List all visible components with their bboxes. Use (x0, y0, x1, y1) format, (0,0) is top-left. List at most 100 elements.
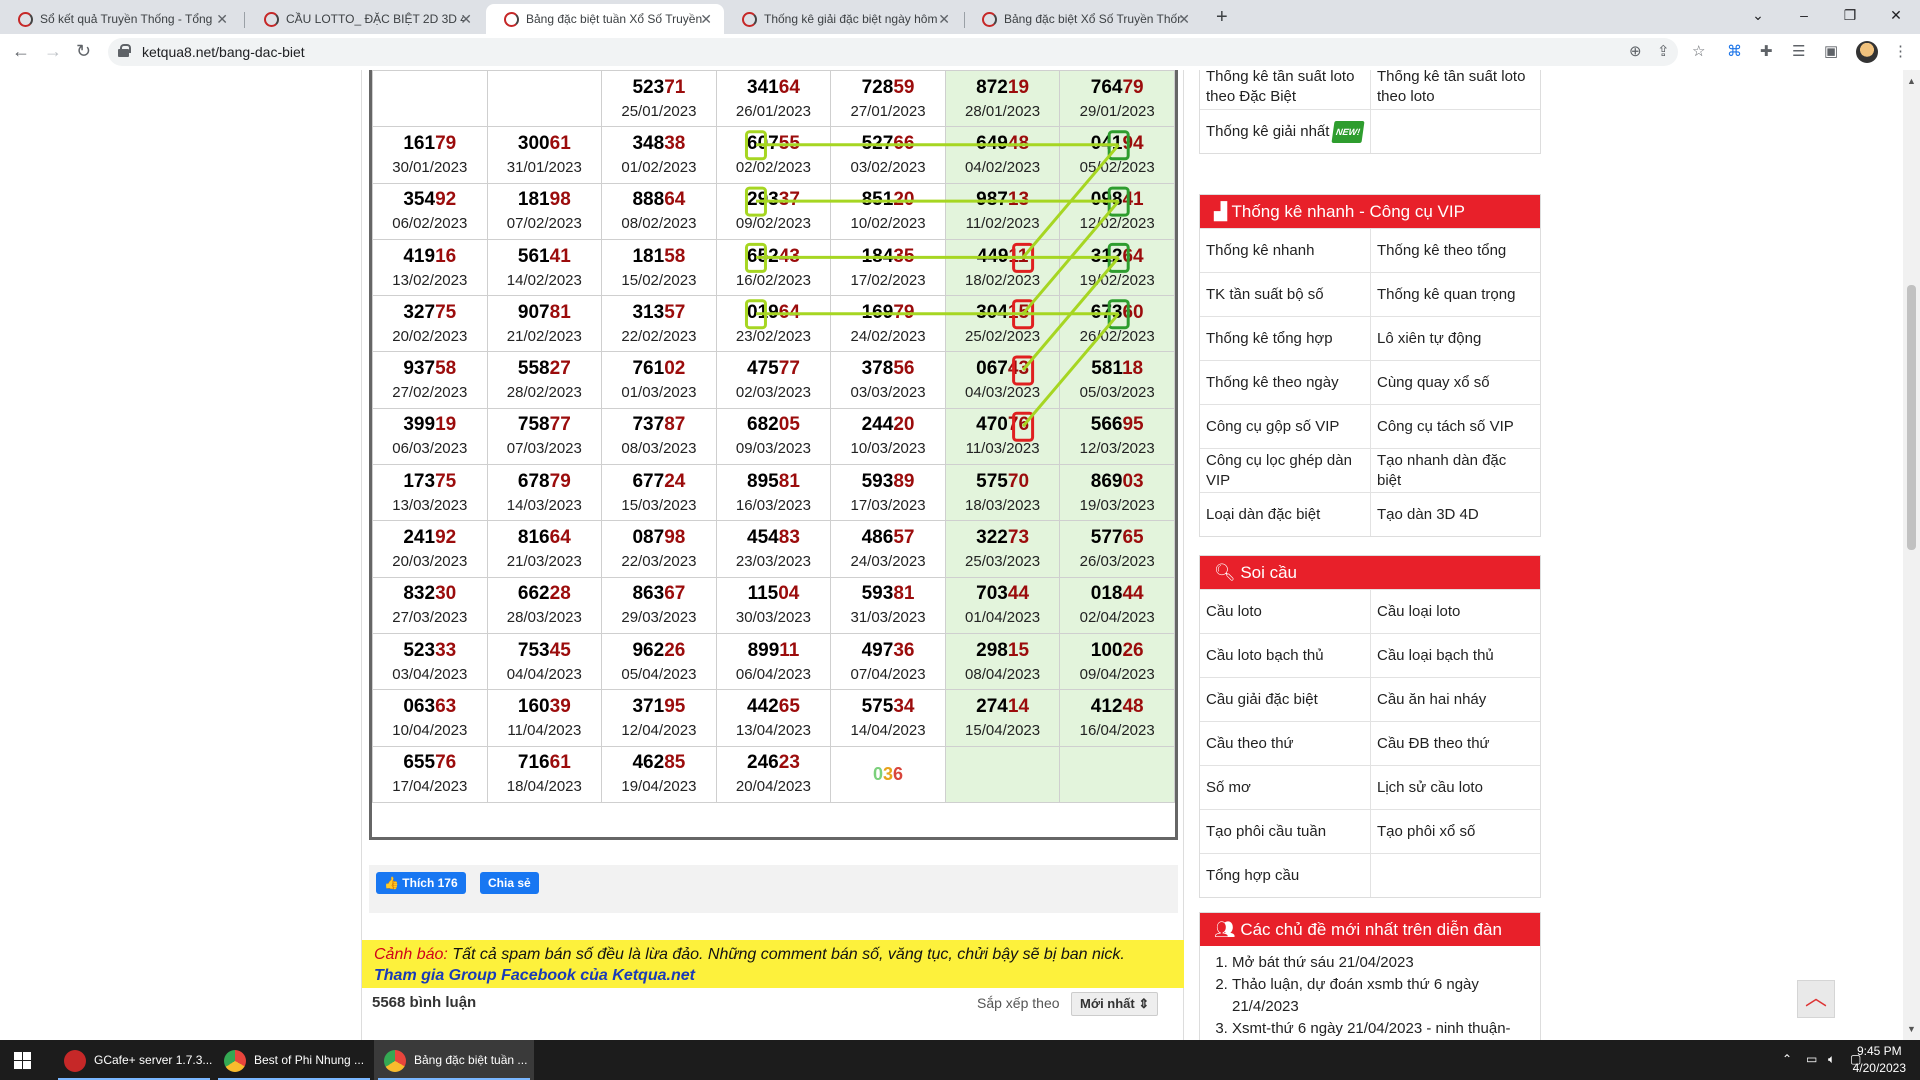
address-bar[interactable]: ketqua8.net/bang-dac-biet ⊕ ⇪ ☆ (108, 38, 1705, 66)
sidebar-link[interactable]: Công cụ tách số VIP (1370, 405, 1540, 448)
sidebar-link[interactable]: Công cụ lọc ghép dàn VIP (1200, 449, 1370, 492)
forum-topic-link[interactable]: Xsmt-thứ 6 ngày 21/04/2023 - ninh thuận- (1232, 1018, 1530, 1040)
result-cell: 31357 22/02/2023 (601, 295, 717, 353)
reading-list-icon[interactable]: ☰ (1792, 42, 1805, 60)
prize-number-digits: 32273 (976, 527, 1030, 549)
share-icon[interactable]: ⇪ (1657, 42, 1670, 60)
browser-tab[interactable]: Thống kê giải đặc biệt ngày hôm ✕ (724, 4, 962, 34)
tab-close-icon[interactable]: ✕ (216, 4, 228, 34)
draw-date: 31/01/2023 (506, 158, 582, 176)
taskbar-app-gcafe[interactable]: GCafe+ server 1.7.3... (54, 1040, 214, 1080)
result-cell: 56695 12/03/2023 (1059, 407, 1175, 466)
comment-count: 5568 bình luận (372, 994, 477, 1011)
lock-icon[interactable] (118, 44, 131, 57)
volume-icon[interactable]: 🔈︎ (1828, 1052, 1835, 1067)
scroll-thumb[interactable] (1907, 285, 1916, 550)
tab-close-icon[interactable]: ✕ (700, 4, 712, 34)
windows-start-icon[interactable] (14, 1052, 31, 1069)
facebook-group-link[interactable]: Tham gia Group Facebook của Ketqua.net (374, 967, 695, 984)
forum-topic-link[interactable]: Mở bát thứ sáu 21/04/2023 (1232, 952, 1530, 974)
fb-like-button[interactable]: 👍 Thích 176 (376, 872, 466, 894)
week-row: 93758 27/02/2023 55827 28/02/2023 76102 01/03… (372, 351, 1175, 409)
sidebar-link[interactable]: Tạo dàn 3D 4D (1370, 493, 1540, 536)
sidebar-link-label: Cầu loto (1206, 602, 1262, 620)
back-to-top-button[interactable]: ︿ (1797, 980, 1835, 1018)
browser-tab-active[interactable]: Bảng đặc biệt tuần Xổ Số Truyền ✕ (486, 4, 724, 34)
minimize-icon[interactable]: – (1781, 2, 1827, 28)
sidebar-link[interactable]: Tổng hợp cầu (1200, 854, 1370, 897)
sidebar-link[interactable]: Cầu ăn hai nháy (1370, 678, 1540, 721)
forum-topic-link[interactable]: Thảo luận, dự đoán xsmb thứ 6 ngày 21/4/… (1232, 974, 1530, 1018)
sidebar-link[interactable]: Loại dàn đặc biệt (1200, 493, 1370, 536)
result-cell: 24623 20/04/2023 (715, 745, 832, 803)
prize-number: 98713 (946, 188, 1060, 212)
sidebar-link-label: Lô xiên tự động (1377, 329, 1482, 347)
sidebar-link[interactable]: Tạo phôi cầu tuần (1200, 810, 1370, 853)
back-icon[interactable]: ← (12, 40, 30, 62)
sidebar-link[interactable]: Lịch sử cầu loto (1370, 766, 1540, 809)
sidebar-link[interactable]: Cầu loại loto (1370, 590, 1540, 633)
restore-icon[interactable]: ❐ (1827, 2, 1873, 28)
tab-close-icon[interactable]: ✕ (938, 4, 950, 34)
menu-kebab-icon[interactable]: ⋮ (1893, 42, 1908, 60)
zoom-icon[interactable]: ⊕ (1629, 42, 1642, 60)
browser-tab[interactable]: Sổ kết quả Truyền Thống - Tổng ✕ (0, 4, 240, 34)
sidebar-link[interactable]: Tạo nhanh dàn đặc biệt (1370, 449, 1540, 492)
sidebar-link[interactable]: Cùng quay xổ số (1370, 361, 1540, 404)
result-cell: 41916 13/02/2023 (372, 238, 488, 297)
close-window-icon[interactable]: ✕ (1873, 2, 1919, 28)
sidebar-link[interactable]: Thống kê quan trọng (1370, 273, 1540, 316)
sidebar-link[interactable]: Thống kê tần suất loto theo Đặc Biệt (1200, 70, 1370, 109)
extensions-icon[interactable]: ✚ (1760, 42, 1773, 60)
draw-date: 23/03/2023 (735, 553, 811, 571)
prize-number: 67879 (488, 470, 602, 494)
bookmark-star-icon[interactable]: ☆ (1692, 42, 1705, 60)
browser-tab[interactable]: CẦU LOTTO_ ĐẶC BIỆT 2D 3D 4D ✕ (246, 4, 484, 34)
sidebar-link[interactable]: Tạo phôi xổ số (1370, 810, 1540, 853)
taskbar-app-chrome[interactable]: Best of Phi Nhung ... (214, 1040, 374, 1080)
new-tab-icon[interactable]: + (1216, 4, 1228, 30)
week-row: 32775 20/02/2023 90781 21/02/2023 31357 22/02… (372, 295, 1175, 353)
forward-icon[interactable]: → (44, 40, 62, 62)
sort-select[interactable]: Mới nhất ⇕ (1071, 992, 1159, 1016)
browser-tab[interactable]: Bảng đặc biệt Xổ Số Truyền Thốn ✕ (964, 4, 1202, 34)
sidebar-link[interactable]: TK tần suất bộ số (1200, 273, 1370, 316)
sidebar-link[interactable]: Cầu loto bạch thủ (1200, 634, 1370, 677)
sidebar-link[interactable]: Thống kê tổng hợp (1200, 317, 1370, 360)
result-cell (372, 70, 488, 128)
network-icon[interactable]: ▭ (1806, 1052, 1817, 1066)
sidebar-link[interactable]: Cầu ĐB theo thứ (1370, 722, 1540, 765)
sidebar-link[interactable]: Cầu giải đặc biệt (1200, 678, 1370, 721)
prize-number: 04194 (1060, 132, 1174, 156)
sidebar-link[interactable]: Thống kê theo tổng (1370, 229, 1540, 272)
sidebar-link[interactable]: Cầu loto (1200, 590, 1370, 633)
sidebar-link[interactable]: Cầu loại bạch thủ (1370, 634, 1540, 677)
taskbar-app-chrome-active[interactable]: Bảng đặc biệt tuần ... (374, 1040, 534, 1080)
tab-close-icon[interactable]: ✕ (460, 4, 472, 34)
sidebar-link[interactable]: Lô xiên tự động (1370, 317, 1540, 360)
tray-chevron-icon[interactable]: ⌃ (1782, 1052, 1792, 1066)
fb-share-button[interactable]: Chia sẻ (480, 872, 539, 894)
draw-date: 28/03/2023 (506, 609, 582, 627)
scroll-up-icon[interactable]: ▲ (1907, 76, 1916, 86)
tab-close-icon[interactable]: ✕ (1178, 4, 1190, 34)
translate-icon[interactable]: ⌘ (1727, 42, 1742, 60)
url-text[interactable]: ketqua8.net/bang-dac-biet (142, 38, 305, 66)
prize-number-digits: 27414 (976, 695, 1030, 717)
clock[interactable]: 9:45 PM 4/20/2023 (1853, 1043, 1906, 1077)
sidebar-link[interactable]: Thống kê giải nhất NEW! (1200, 110, 1370, 153)
sidebar-link[interactable]: Thống kê theo ngày (1200, 361, 1370, 404)
profile-avatar[interactable] (1856, 41, 1878, 63)
reload-icon[interactable]: ↻ (76, 40, 91, 62)
sidebar-link[interactable]: Số mơ (1200, 766, 1370, 809)
sidebar-link[interactable]: Cầu theo thứ (1200, 722, 1370, 765)
scroll-down-icon[interactable]: ▼ (1907, 1024, 1916, 1034)
page-scrollbar[interactable]: ▲ ▼ (1903, 70, 1920, 1040)
draw-date: 01/04/2023 (965, 609, 1041, 627)
sidebar-link[interactable]: Thống kê nhanh (1200, 229, 1370, 272)
sidebar-link[interactable]: Công cụ gộp số VIP (1200, 405, 1370, 448)
vip-tools-header: ▟ Thống kê nhanh - Công cụ VIP (1200, 195, 1540, 228)
tab-search-icon[interactable]: ⌄ (1735, 2, 1781, 28)
sidebar-link[interactable]: Thống kê tần suất loto theo loto (1370, 70, 1540, 109)
side-panel-icon[interactable]: ▣ (1824, 42, 1838, 60)
